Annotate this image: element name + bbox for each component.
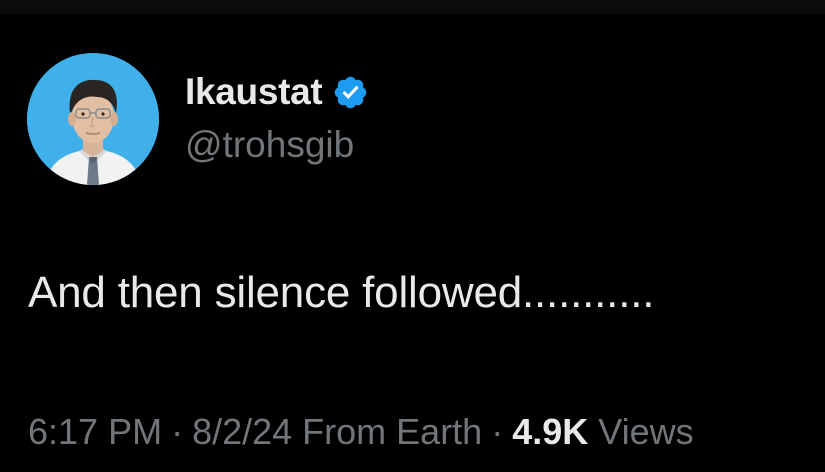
avatar[interactable] xyxy=(27,53,159,185)
tweet-text: And then silence followed........... xyxy=(28,268,655,317)
separator: · xyxy=(491,411,504,452)
views-label[interactable]: Views xyxy=(598,411,693,453)
user-handle[interactable]: @trohsgib xyxy=(185,124,354,166)
name-row: Ikaustat xyxy=(185,70,369,114)
separator: · xyxy=(171,411,184,452)
tweet-card: Ikaustat @trohsgib And then silence foll… xyxy=(0,0,825,472)
tweet-date[interactable]: 8/2/24 xyxy=(192,411,292,453)
views-count[interactable]: 4.9K xyxy=(512,411,588,453)
tweet-time[interactable]: 6:17 PM xyxy=(28,411,162,453)
display-name[interactable]: Ikaustat xyxy=(185,71,323,113)
verified-badge-icon[interactable] xyxy=(332,74,369,111)
profile-photo-icon xyxy=(27,53,159,185)
tweet-meta: 6:17 PM · 8/2/24 From Earth · 4.9K Views xyxy=(28,408,694,456)
tweet-source: From Earth xyxy=(302,411,483,452)
